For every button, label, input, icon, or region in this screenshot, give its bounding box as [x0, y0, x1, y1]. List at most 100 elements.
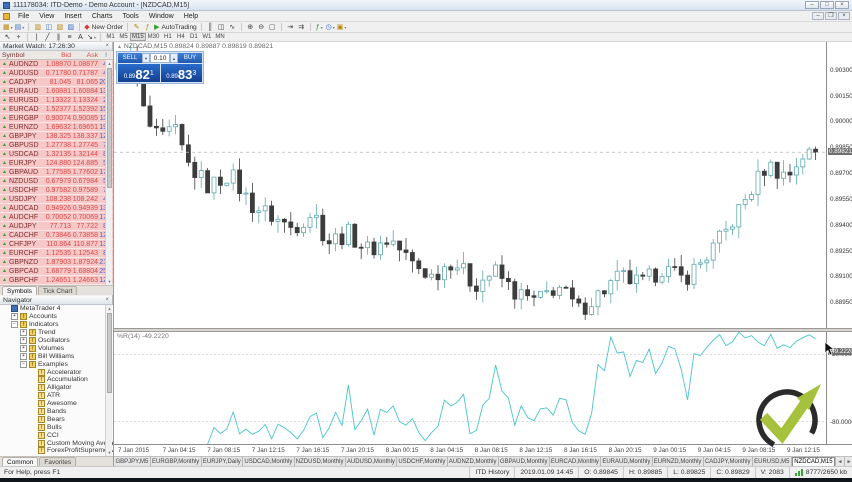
- market-watch-row[interactable]: ▲AUDUSD0.717800.717874: [0, 69, 113, 78]
- market-watch-row[interactable]: ▲USDCHF0.975820.975897: [0, 186, 113, 195]
- navigator-item-indicators[interactable]: − f Indicators: [0, 321, 113, 329]
- navigator-item-custom-moving-averages[interactable]: fCustom Moving Averages: [0, 439, 113, 447]
- market-watch-row[interactable]: ▲GBPUSD1.277381.277457: [0, 141, 113, 150]
- column-ask[interactable]: Ask: [71, 52, 98, 59]
- navigator-item-accelerator[interactable]: f Accelerator: [0, 368, 113, 376]
- chart-tab-eurgbp-monthly[interactable]: EURGBP,Monthly: [150, 457, 202, 466]
- close-icon[interactable]: ×: [105, 297, 109, 303]
- chart-tab-nzdcad-m15[interactable]: NZDCAD,M15: [791, 457, 835, 466]
- auto-scroll-button[interactable]: ⇉: [296, 23, 307, 32]
- buy-price-button[interactable]: 0.89 83 3: [160, 64, 202, 82]
- channel-tool[interactable]: ∥: [53, 33, 64, 42]
- market-watch-row[interactable]: ▲ CADCHF 0.73846 0.73858 12: [0, 231, 113, 240]
- navigator-toggle[interactable]: ▧: [54, 23, 65, 32]
- navigator-item-bears[interactable]: f Bears: [0, 415, 113, 423]
- market-watch-toggle[interactable]: ▥: [32, 23, 43, 32]
- navigator-item-cci[interactable]: f CCI: [0, 431, 113, 439]
- market-watch-row[interactable]: ▲ GBPAUD 1.77585 1.77602 17: [0, 168, 113, 177]
- timeframe-m30[interactable]: M30: [146, 33, 162, 41]
- collapse-icon[interactable]: −: [11, 321, 18, 329]
- navigator-scrollbar[interactable]: ▲ ▼: [105, 305, 112, 456]
- sell-button[interactable]: SELL: [118, 53, 142, 63]
- navigator-item-bulls[interactable]: f Bulls: [0, 423, 113, 431]
- market-watch-row[interactable]: ▲EURJPY124.880124.8855: [0, 159, 113, 168]
- chart-tab-gbpjpy-m5[interactable]: GBPJPY,M5: [114, 457, 151, 466]
- periods-button[interactable]: ◷ ▾: [325, 23, 336, 32]
- mdi-restore-button[interactable]: ❐: [825, 12, 837, 20]
- zoom-out-button[interactable]: ⊖: [256, 23, 267, 32]
- timeframe-mn[interactable]: MN: [213, 33, 226, 41]
- metaeditor-button[interactable]: ✎: [131, 23, 142, 32]
- expert-advisors-button[interactable]: ƒ: [142, 23, 153, 32]
- chart-tab-cadjpy-monthly[interactable]: CADJPY,Monthly: [703, 457, 753, 466]
- market-watch-row[interactable]: ▲USDCAD1.321351.321448: [0, 150, 113, 159]
- market-watch-row[interactable]: ▲ EURAUD 1.60881 1.60884 13: [0, 87, 113, 96]
- column-bid[interactable]: Bid: [44, 52, 71, 59]
- market-watch-row[interactable]: ▲EURUSD1.133221.133242: [0, 96, 113, 105]
- vertical-line-tool[interactable]: |: [31, 33, 42, 42]
- market-watch-row[interactable]: ▲ CHFJPY 110.864 110.877 13: [0, 240, 113, 249]
- volume-spinner-icon[interactable]: ▲: [170, 53, 178, 63]
- market-watch-row[interactable]: ▲EURCHF1.125351.125438: [0, 249, 113, 258]
- new-order-button[interactable]: ◆ New Order: [83, 23, 124, 32]
- navigator-item-forexprofitsupreme-mete[interactable]: fForexProfitSupreme Mete: [0, 447, 113, 455]
- chart-tab-audnzd-monthly[interactable]: AUDNZD,Monthly: [447, 457, 499, 466]
- chart-tab-usdcad-monthly[interactable]: USDCAD,Monthly: [243, 457, 295, 466]
- market-watch-row[interactable]: ▲AUDNZD1.088701.088774: [0, 60, 113, 69]
- navigator-item-oscillators[interactable]: + f Oscillators: [0, 337, 113, 345]
- menu-view[interactable]: View: [34, 12, 59, 21]
- navigator-item-awesome[interactable]: f Awesome: [0, 400, 113, 408]
- terminal-toggle[interactable]: ▨: [65, 23, 76, 32]
- expand-icon[interactable]: +: [20, 352, 27, 360]
- market-watch-row[interactable]: ▲NZDUSD0.679790.679845: [0, 177, 113, 186]
- shift-end-button[interactable]: ⇥: [285, 23, 296, 32]
- text-tool[interactable]: A: [75, 33, 86, 42]
- candlestick-chart[interactable]: [114, 44, 826, 328]
- fibonacci-tool[interactable]: ≡: [64, 33, 75, 42]
- chart-tab-eurjpy-daily[interactable]: EURJPY,Daily: [201, 457, 244, 466]
- market-watch-scrollbar[interactable]: ▲ ▼: [105, 60, 112, 285]
- menu-file[interactable]: File: [13, 12, 34, 21]
- maximize-button[interactable]: □: [820, 1, 834, 9]
- sell-price-button[interactable]: 0.89 82 1: [118, 64, 160, 82]
- navigator-item-bill-williams[interactable]: + f Bill Williams: [0, 352, 113, 360]
- chevron-down-icon[interactable]: ▼: [142, 53, 150, 63]
- cursor-tool[interactable]: ↖: [2, 33, 13, 42]
- tile-windows-button[interactable]: ▢: [267, 23, 278, 32]
- tab-tick-chart[interactable]: Tick Chart: [37, 286, 78, 295]
- tab-symbols[interactable]: Symbols: [2, 286, 37, 295]
- timeframe-m15[interactable]: M15: [130, 33, 146, 41]
- trendline-tool[interactable]: ╱: [42, 33, 53, 42]
- timeframe-w1[interactable]: W1: [200, 33, 213, 41]
- market-watch-row[interactable]: ▲ EURGBP 0.90074 0.90085 11: [0, 114, 113, 123]
- tab-scroll-right-icon[interactable]: ►: [843, 457, 852, 466]
- time-axis[interactable]: 7 Jan 2015 7 Jan 04:15 7 Jan 08:15 7 Jan 12…: [114, 444, 852, 456]
- expand-icon[interactable]: +: [20, 344, 27, 352]
- close-button[interactable]: ×: [835, 1, 849, 9]
- line-chart-button[interactable]: ∿: [227, 23, 238, 32]
- chart-tab-usdchf-monthly[interactable]: USDCHF,Monthly: [397, 457, 448, 466]
- volume-input[interactable]: 0.10: [150, 53, 170, 63]
- tab-scroll-left-icon[interactable]: ◄: [834, 457, 844, 466]
- indicators-button[interactable]: ƒ ▾: [314, 23, 325, 32]
- tab-common[interactable]: Common: [2, 457, 39, 466]
- chart-tab-eurnzd-monthly[interactable]: EURNZD,Monthly: [652, 457, 704, 466]
- collapse-icon[interactable]: −: [20, 360, 27, 368]
- market-watch-row[interactable]: ▲USDJPY108.238108.2424: [0, 195, 113, 204]
- market-watch-row[interactable]: ▲ EURCAD 1.52377 1.52392 15: [0, 105, 113, 114]
- data-window-toggle[interactable]: ◫: [43, 23, 54, 32]
- minimize-button[interactable]: –: [805, 1, 819, 9]
- mdi-minimize-button[interactable]: –: [812, 12, 824, 20]
- candlestick-chart-button[interactable]: ◫: [216, 23, 227, 32]
- autotrading-button[interactable]: ▶ AutoTrading: [153, 23, 198, 32]
- buy-button[interactable]: BUY: [178, 53, 202, 63]
- mdi-close-button[interactable]: ×: [838, 12, 850, 20]
- market-watch-row[interactable]: ▲ GBPJPY 138.325 138.337 12: [0, 132, 113, 141]
- navigator-item-trend[interactable]: + f Trend: [0, 329, 113, 337]
- navigator-item-volumes[interactable]: + f Volumes: [0, 344, 113, 352]
- close-icon[interactable]: ×: [105, 43, 109, 49]
- column-spread[interactable]: !: [98, 52, 109, 59]
- tab-favorites[interactable]: Favorites: [39, 457, 77, 466]
- arrows-tool[interactable]: ↘ ▾: [86, 33, 97, 42]
- navigator-item-atr[interactable]: f ATR: [0, 392, 113, 400]
